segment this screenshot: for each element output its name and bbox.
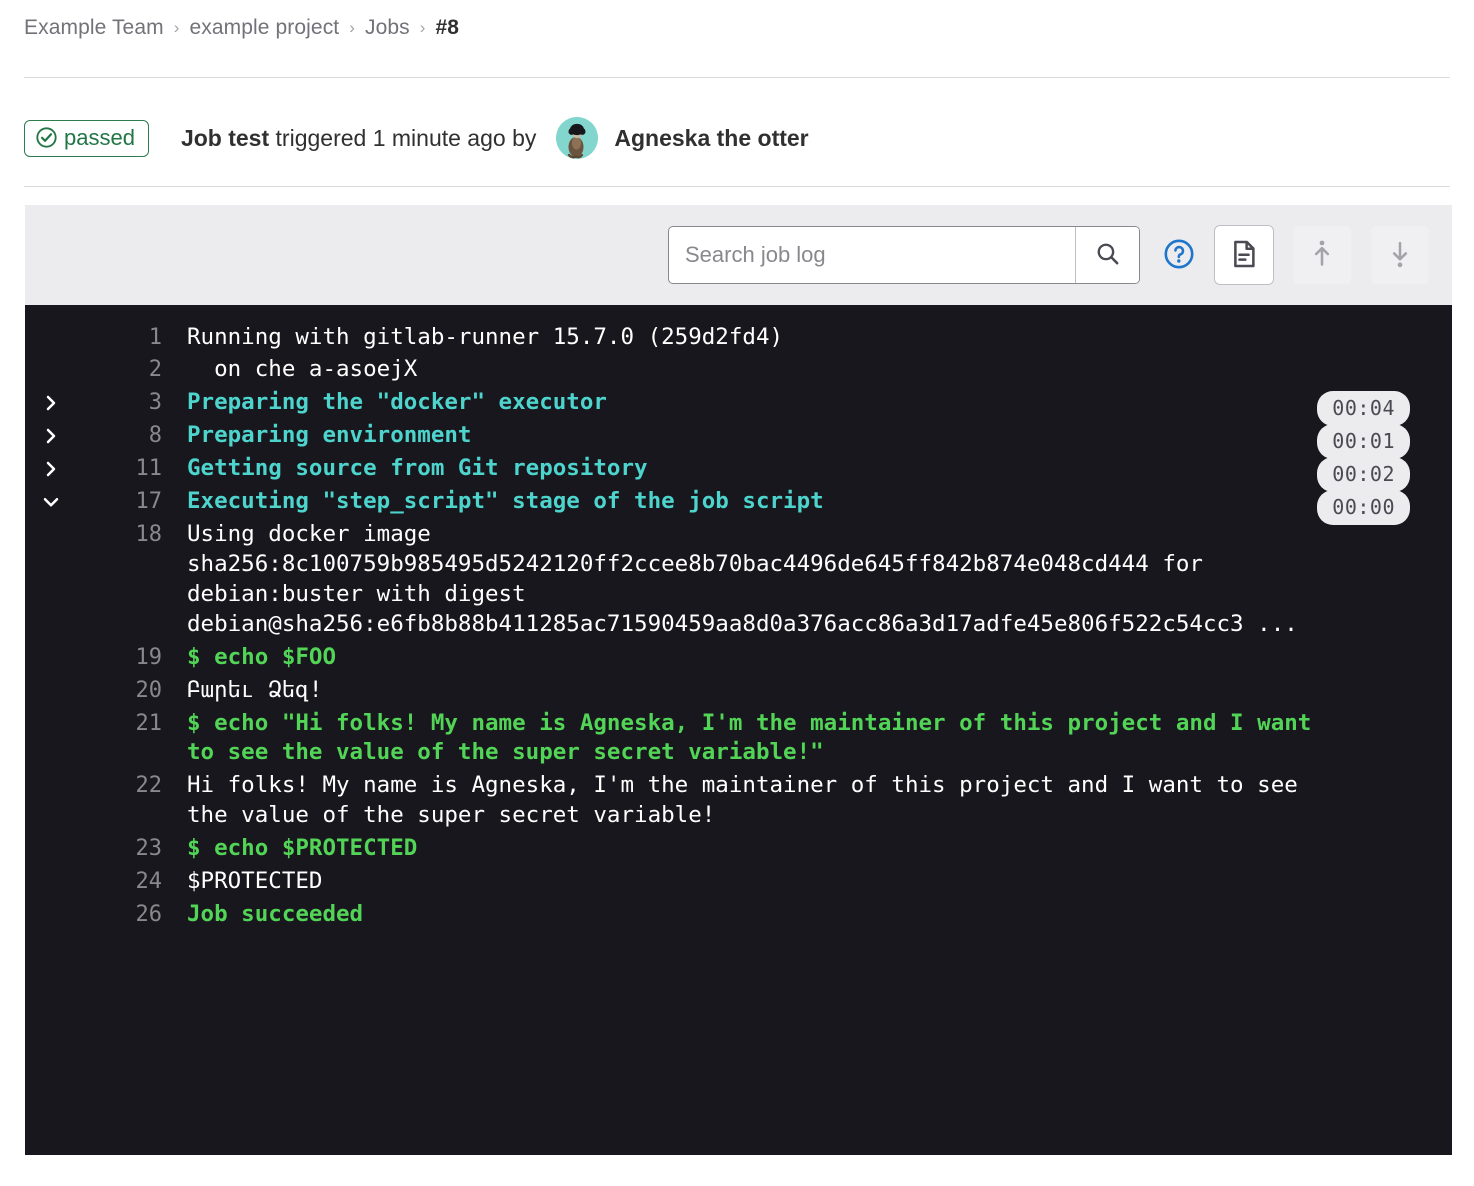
chevron-right-icon[interactable] [25,388,77,413]
search-box [668,226,1140,284]
log-line-content: Hi folks! My name is Agneska, I'm the ma… [187,772,1312,829]
log-line-content: on che a-asoejX [187,356,418,383]
job-trigger-text: Job test triggered 1 minute ago by [181,125,536,152]
job-name: Job test [180,124,270,151]
log-line-content: Job succeeded [187,901,364,928]
log-line-content: $ echo "Hi folks! My name is Agneska, I'… [187,709,1325,766]
log-line-toggle-placeholder [25,900,77,905]
log-line-number[interactable]: 18 [77,520,170,549]
breadcrumb: Example Team › example project › Jobs › #8 [24,16,459,40]
divider-top [24,77,1450,78]
log-line: 2 on che a-asoejX [25,354,1452,387]
log-line-toggle-placeholder [25,355,77,360]
log-line: 22 Hi folks! My name is Agneska, I'm the … [25,770,1452,833]
scroll-to-top-icon [1307,239,1337,272]
divider-bottom [24,186,1450,187]
log-section-header: Executing "step_script" stage of the job… [187,488,824,515]
log-line-content: $ echo $FOO [187,643,337,670]
breadcrumb-item[interactable]: Jobs [365,16,410,40]
log-line: 26 Job succeeded [25,899,1452,932]
log-line-content: Running with gitlab-runner 15.7.0 (259d2… [187,323,784,350]
log-line-content: $PROTECTED [187,868,323,895]
log-line-number[interactable]: 17 [77,487,170,516]
log-line-toggle-placeholder [25,867,77,872]
log-line: 1 Running with gitlab-runner 15.7.0 (259d… [25,321,1452,354]
log-line-number[interactable]: 22 [77,771,170,800]
breadcrumb-item[interactable]: example project [189,16,339,40]
chevron-right-icon[interactable] [25,421,77,446]
log-line-number[interactable]: 24 [77,867,170,896]
search-button[interactable] [1075,227,1139,283]
log-line-number[interactable]: 1 [77,323,170,352]
log-line: 17 Executing "step_script" stage of the j… [25,486,1452,526]
log-line-number[interactable]: 3 [77,388,170,417]
log-line: 24 $PROTECTED [25,866,1452,899]
job-log-output[interactable]: 1 Running with gitlab-runner 15.7.0 (259d… [25,305,1452,1155]
log-section-header: Preparing the "docker" executor [187,389,607,416]
breadcrumb-item: #8 [435,16,460,39]
log-line-number[interactable]: 21 [77,709,170,738]
user-name[interactable]: Agneska the otter [614,125,808,152]
log-toolbar [25,205,1452,305]
search-icon [1095,241,1120,269]
log-line-toggle-placeholder [25,676,77,681]
log-line: 20 Բարեւ Ձեզ! [25,674,1452,707]
log-line-toggle-placeholder [25,709,77,714]
log-section-header: Getting source from Git repository [187,455,648,482]
log-line-content: Բարեւ Ձեզ! [187,676,323,703]
log-line-number[interactable]: 20 [77,676,170,705]
log-line-number[interactable]: 23 [77,834,170,863]
log-line-toggle-placeholder [25,643,77,648]
scroll-to-bottom-icon [1385,239,1415,272]
log-line: 18 Using docker image sha256:8c100759b985… [25,519,1452,642]
scroll-to-bottom-button[interactable] [1370,225,1430,285]
log-line-number[interactable]: 8 [77,421,170,450]
breadcrumb-separator: › [419,18,426,37]
search-input[interactable] [669,227,1075,283]
job-log-page: Example Team › example project › Jobs › #8 pas… [0,0,1474,1186]
breadcrumb-item[interactable]: Example Team [24,16,164,40]
status-badge-label: passed [64,124,135,150]
help-button[interactable] [1162,238,1196,272]
log-line-toggle-placeholder [25,771,77,776]
log-line-content: Using docker image sha256:8c100759b98549… [187,521,1298,637]
log-line-number[interactable]: 19 [77,643,170,672]
chevron-down-icon[interactable] [25,487,77,512]
log-line-toggle-placeholder [25,834,77,839]
raw-log-button[interactable] [1214,225,1274,285]
check-circle-icon [36,127,57,148]
scroll-to-top-button[interactable] [1292,225,1352,285]
log-line: 19 $ echo $FOO [25,641,1452,674]
job-trigger-suffix: triggered 1 minute ago by [269,124,537,151]
log-line-toggle-placeholder [25,520,77,525]
log-line: 21 $ echo "Hi folks! My name is Agneska, … [25,707,1452,770]
log-line: 3 Preparing the "docker" executor 00:04 [25,387,1452,427]
document-icon [1229,239,1259,272]
log-line-number[interactable]: 11 [77,454,170,483]
breadcrumb-separator: › [349,18,355,37]
chevron-right-icon[interactable] [25,454,77,479]
status-badge: passed [24,119,149,157]
log-line: 23 $ echo $PROTECTED [25,833,1452,866]
log-line-number[interactable]: 2 [77,355,170,384]
log-line-toggle-placeholder [25,323,77,328]
log-line-content: $ echo $PROTECTED [187,835,418,862]
log-line-number[interactable]: 26 [77,900,170,929]
log-line: 8 Preparing environment 00:01 [25,420,1452,460]
log-section-header: Preparing environment [187,422,472,449]
breadcrumb-separator: › [173,18,180,37]
job-status-header: passed Job test triggered 1 minute ago b… [24,112,809,164]
avatar[interactable] [556,117,599,159]
log-line: 11 Getting source from Git repository 00:0… [25,453,1452,493]
question-circle-icon [1163,238,1195,273]
